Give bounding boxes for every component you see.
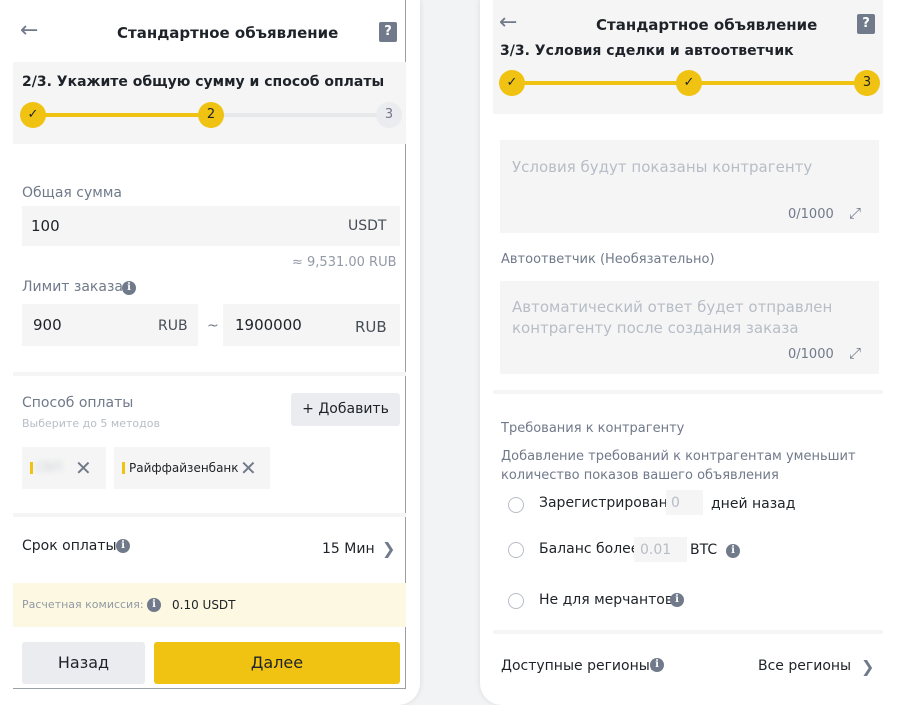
payment-method-label: Способ оплаты	[22, 395, 134, 411]
step-2-circle: 2	[198, 102, 224, 128]
terms-placeholder: Условия будут показаны контрагенту	[512, 158, 813, 176]
back-button[interactable]: Назад	[22, 642, 145, 684]
balance-value: 0.01	[640, 542, 672, 558]
add-payment-button[interactable]: + Добавить	[291, 393, 400, 426]
auto-reply-placeholder: Автоматический ответ будет отправлен кон…	[512, 298, 833, 337]
step-2-check-icon: ✓	[676, 70, 702, 96]
info-icon[interactable]: i	[670, 593, 684, 607]
regions-label: Доступные регионы:	[501, 658, 655, 674]
registered-radio[interactable]	[508, 497, 524, 513]
info-icon[interactable]: i	[726, 544, 740, 558]
limit-min-value: 900	[33, 316, 62, 334]
chevron-right-icon: ❯	[382, 539, 396, 558]
not-merchants-label: Не для мерчантов	[539, 592, 674, 608]
fee-label: Расчетная комиссия:	[22, 598, 144, 611]
requirements-title: Требования к контрагенту	[501, 421, 685, 436]
info-icon[interactable]: i	[116, 539, 130, 553]
total-amount-input[interactable]	[22, 206, 400, 246]
step-3-circle: 3	[854, 70, 880, 96]
limit-max-unit: RUB	[355, 318, 387, 336]
info-icon[interactable]: i	[122, 281, 136, 295]
fee-value: 0.10 USDT	[172, 598, 236, 612]
step-3-circle: 3	[376, 102, 402, 128]
section-divider	[13, 513, 406, 517]
total-amount-label: Общая сумма	[22, 185, 122, 201]
info-icon[interactable]: i	[147, 598, 161, 612]
limit-max-value: 1900000	[235, 316, 302, 334]
section-divider	[493, 630, 883, 634]
approx-rub-value: ≈ 9,531.00 RUB	[292, 255, 397, 270]
payment-time-value: 15 Мин	[322, 541, 375, 557]
total-amount-value: 100	[31, 217, 60, 235]
not-merchants-radio[interactable]	[508, 593, 524, 609]
next-button[interactable]: Далее	[154, 642, 400, 684]
expand-icon[interactable]: ⤢	[849, 204, 861, 222]
limit-separator: ~	[207, 318, 219, 334]
payment-chip	[22, 447, 106, 489]
requirements-hint: Добавление требований к контрагентам уме…	[501, 449, 856, 483]
limit-min-unit: RUB	[158, 318, 188, 334]
registered-days-value: 0	[671, 495, 680, 511]
payment-chip-color-bar	[122, 462, 125, 474]
registered-suffix: дней назад	[711, 496, 796, 512]
step-1-check-icon: ✓	[499, 70, 525, 96]
terms-counter: 0/1000	[788, 207, 834, 222]
payment-chip-label: Райффайзенбанк	[129, 461, 239, 475]
step-title: 2/3. Укажите общую сумму и способ оплаты	[22, 74, 385, 90]
balance-radio[interactable]	[508, 542, 524, 558]
total-amount-unit: USDT	[348, 218, 387, 234]
balance-unit: BTC	[690, 542, 718, 558]
payment-time-label: Срок оплаты	[22, 538, 117, 554]
right-screen: ← Стандартное объявление ? 3/3. Условия …	[480, 0, 899, 705]
page-title: Стандартное объявление	[596, 16, 818, 34]
order-limit-label: Лимит заказа	[22, 279, 123, 295]
remove-payment-close-icon[interactable]: ✕	[240, 458, 257, 478]
remove-payment-close-icon[interactable]: ✕	[75, 458, 92, 478]
payment-chip-label: СБП	[36, 460, 62, 474]
section-divider	[493, 390, 883, 394]
step-1-check-icon: ✓	[20, 102, 46, 128]
payment-chip-color-bar	[30, 462, 33, 474]
expand-icon[interactable]: ⤢	[849, 344, 861, 362]
help-book-icon[interactable]: ?	[379, 22, 397, 42]
registered-label: Зарегистрирован	[539, 495, 668, 511]
regions-value: Все регионы	[758, 658, 852, 674]
help-book-icon[interactable]: ?	[857, 14, 875, 34]
chevron-right-icon: ❯	[861, 657, 875, 676]
section-divider	[13, 372, 406, 376]
balance-label: Баланс более	[539, 541, 640, 557]
auto-reply-label: Автоответчик (Необязательно)	[501, 252, 715, 267]
progress-track-empty	[211, 113, 389, 117]
back-arrow-icon[interactable]: ←	[499, 12, 517, 34]
payment-method-hint: Выберите до 5 методов	[22, 417, 160, 430]
page-title: Стандартное объявление	[117, 24, 339, 42]
back-arrow-icon[interactable]: ←	[20, 20, 38, 42]
step-title: 3/3. Условия сделки и автоответчик	[500, 43, 794, 59]
info-icon[interactable]: i	[650, 658, 664, 672]
progress-track-filled	[33, 113, 211, 117]
left-screen: ← Стандартное объявление ? 2/3. Укажите …	[0, 0, 420, 705]
auto-reply-counter: 0/1000	[788, 347, 834, 362]
